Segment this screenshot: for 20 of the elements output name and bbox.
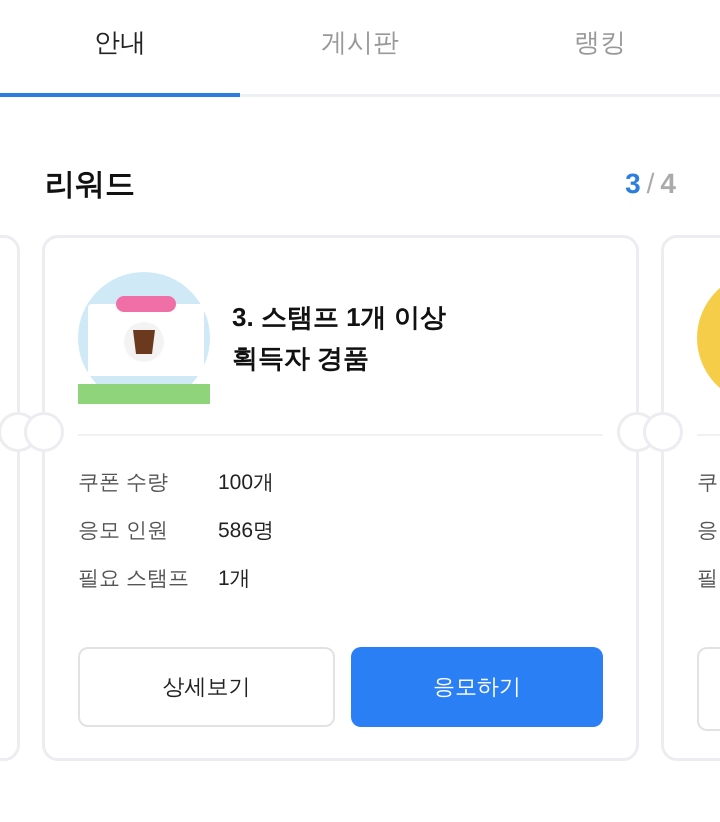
tab[interactable]: 안내 (0, 0, 240, 97)
detail-value: 100개 (218, 470, 274, 496)
detail-label: 응모 인원 (78, 518, 169, 544)
current-page: 3 (625, 168, 641, 200)
tab[interactable]: 게시판 (240, 0, 480, 97)
apply-button[interactable]: 응모하기 (350, 647, 603, 727)
detail-value: 586명 (218, 518, 274, 544)
detail-label: 쿠폰 수량 (78, 470, 169, 496)
detail-label: 응 (697, 518, 719, 544)
tab[interactable]: 랭킹 (480, 0, 720, 97)
page-separator: / (646, 168, 654, 200)
detail-label: 필 (697, 566, 719, 592)
reward-title: 3. 스탬프 1개 이상 (232, 301, 446, 334)
section-title: 리워드 (45, 166, 135, 202)
detail-label: 필요 스탬프 (78, 566, 190, 592)
total-pages: 4 (660, 168, 676, 200)
reward-title: 획득자 경품 (232, 342, 370, 375)
detail-value: 1개 (218, 566, 251, 592)
details-button[interactable]: 상세보기 (78, 647, 334, 727)
detail-label: 쿠 (697, 470, 719, 496)
